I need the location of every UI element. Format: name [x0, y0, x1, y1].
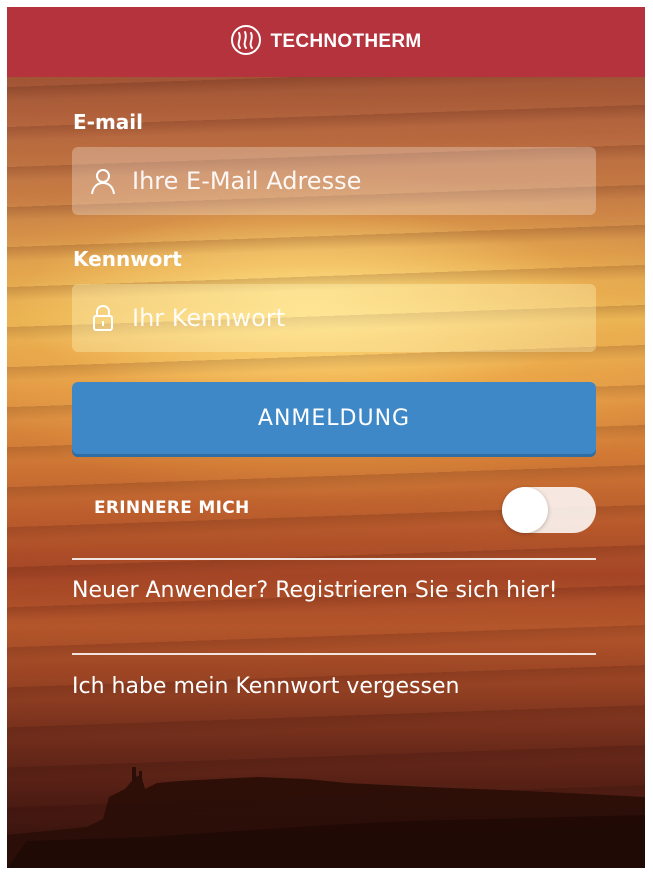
brand: TECHNOTHERM [230, 24, 421, 60]
login-button[interactable]: ANMELDUNG [72, 382, 596, 454]
bottom-border [0, 868, 653, 873]
password-input[interactable] [132, 304, 572, 332]
login-form: E-mail Kennwort ANMELDUNG ERINNE [7, 7, 645, 868]
toggle-knob[interactable] [502, 487, 548, 533]
flame-waves-icon [230, 24, 262, 60]
lock-icon [88, 303, 118, 333]
brand-name: TECHNOTHERM [270, 31, 422, 52]
divider [72, 558, 596, 560]
app-frame: TECHNOTHERM E-mail Kennwort [0, 0, 653, 873]
email-input[interactable] [132, 167, 572, 195]
user-icon [88, 166, 118, 196]
email-label: E-mail [73, 110, 144, 134]
register-link[interactable]: Neuer Anwender? Registrieren Sie sich hi… [72, 575, 596, 607]
left-border [0, 0, 7, 873]
password-label: Kennwort [73, 247, 182, 271]
forgot-password-link[interactable]: Ich habe mein Kennwort vergessen [72, 671, 596, 703]
remember-me-toggle[interactable] [502, 487, 596, 533]
password-field[interactable] [72, 284, 596, 352]
app-header: TECHNOTHERM [7, 7, 645, 77]
divider [72, 653, 596, 655]
remember-me-label: ERINNERE MICH [94, 498, 250, 518]
email-field[interactable] [72, 147, 596, 215]
